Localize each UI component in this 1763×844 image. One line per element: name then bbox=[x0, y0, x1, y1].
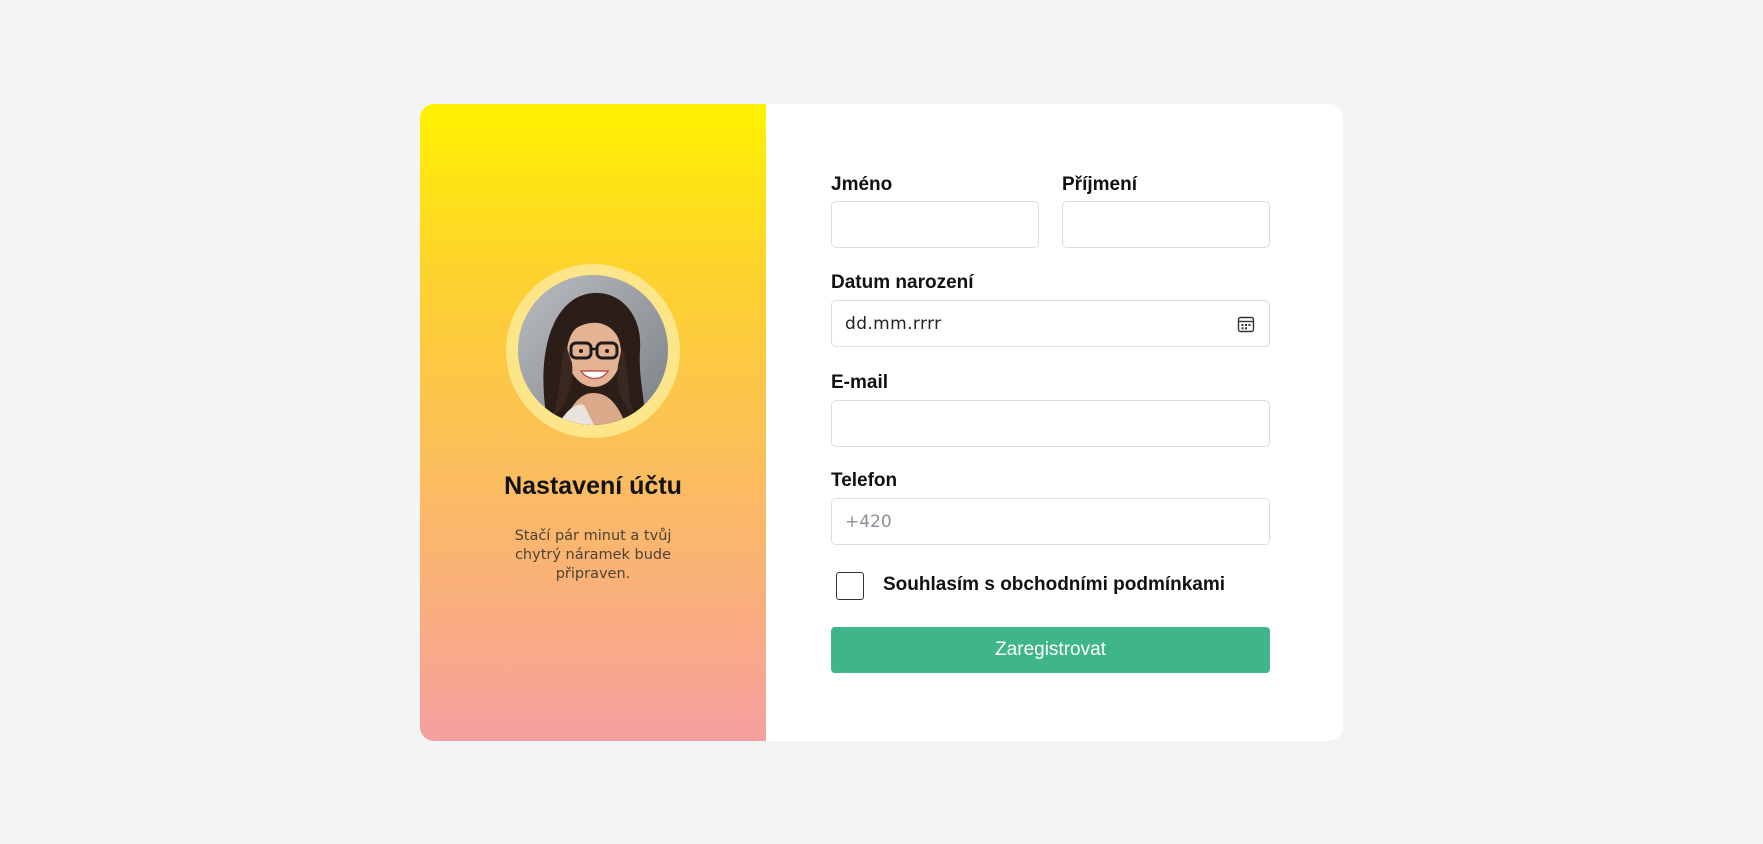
first-name-label: Jméno bbox=[831, 174, 893, 195]
page-subtitle: Stačí pár minut a tvůj chytrý náramek bu… bbox=[514, 528, 672, 582]
register-button[interactable]: Zaregistrovat bbox=[831, 627, 1270, 673]
email-label: E-mail bbox=[831, 372, 889, 393]
dob-placeholder: dd.mm.rrrr bbox=[845, 313, 942, 334]
first-name-input[interactable] bbox=[831, 201, 1039, 248]
side-panel: Nastavení účtu Stačí pár minut a tvůj ch… bbox=[420, 104, 766, 741]
last-name-input[interactable] bbox=[1062, 201, 1270, 248]
dob-label: Datum narození bbox=[831, 272, 974, 293]
page-title: Nastavení účtu bbox=[504, 472, 682, 500]
email-input[interactable] bbox=[831, 400, 1270, 447]
registration-form: Jméno Příjmení Datum narození dd.mm.rrrr… bbox=[766, 104, 1343, 741]
phone-label: Telefon bbox=[831, 470, 898, 491]
calendar-icon[interactable] bbox=[1237, 315, 1255, 333]
last-name-label: Příjmení bbox=[1062, 174, 1137, 195]
phone-input[interactable] bbox=[831, 498, 1270, 545]
terms-label[interactable]: Souhlasím s obchodními podmínkami bbox=[883, 574, 1225, 596]
avatar bbox=[518, 275, 668, 425]
terms-checkbox[interactable] bbox=[836, 572, 864, 600]
dob-input[interactable]: dd.mm.rrrr bbox=[831, 300, 1270, 347]
signup-card: Nastavení účtu Stačí pár minut a tvůj ch… bbox=[420, 104, 1343, 741]
avatar-photo bbox=[518, 275, 668, 425]
